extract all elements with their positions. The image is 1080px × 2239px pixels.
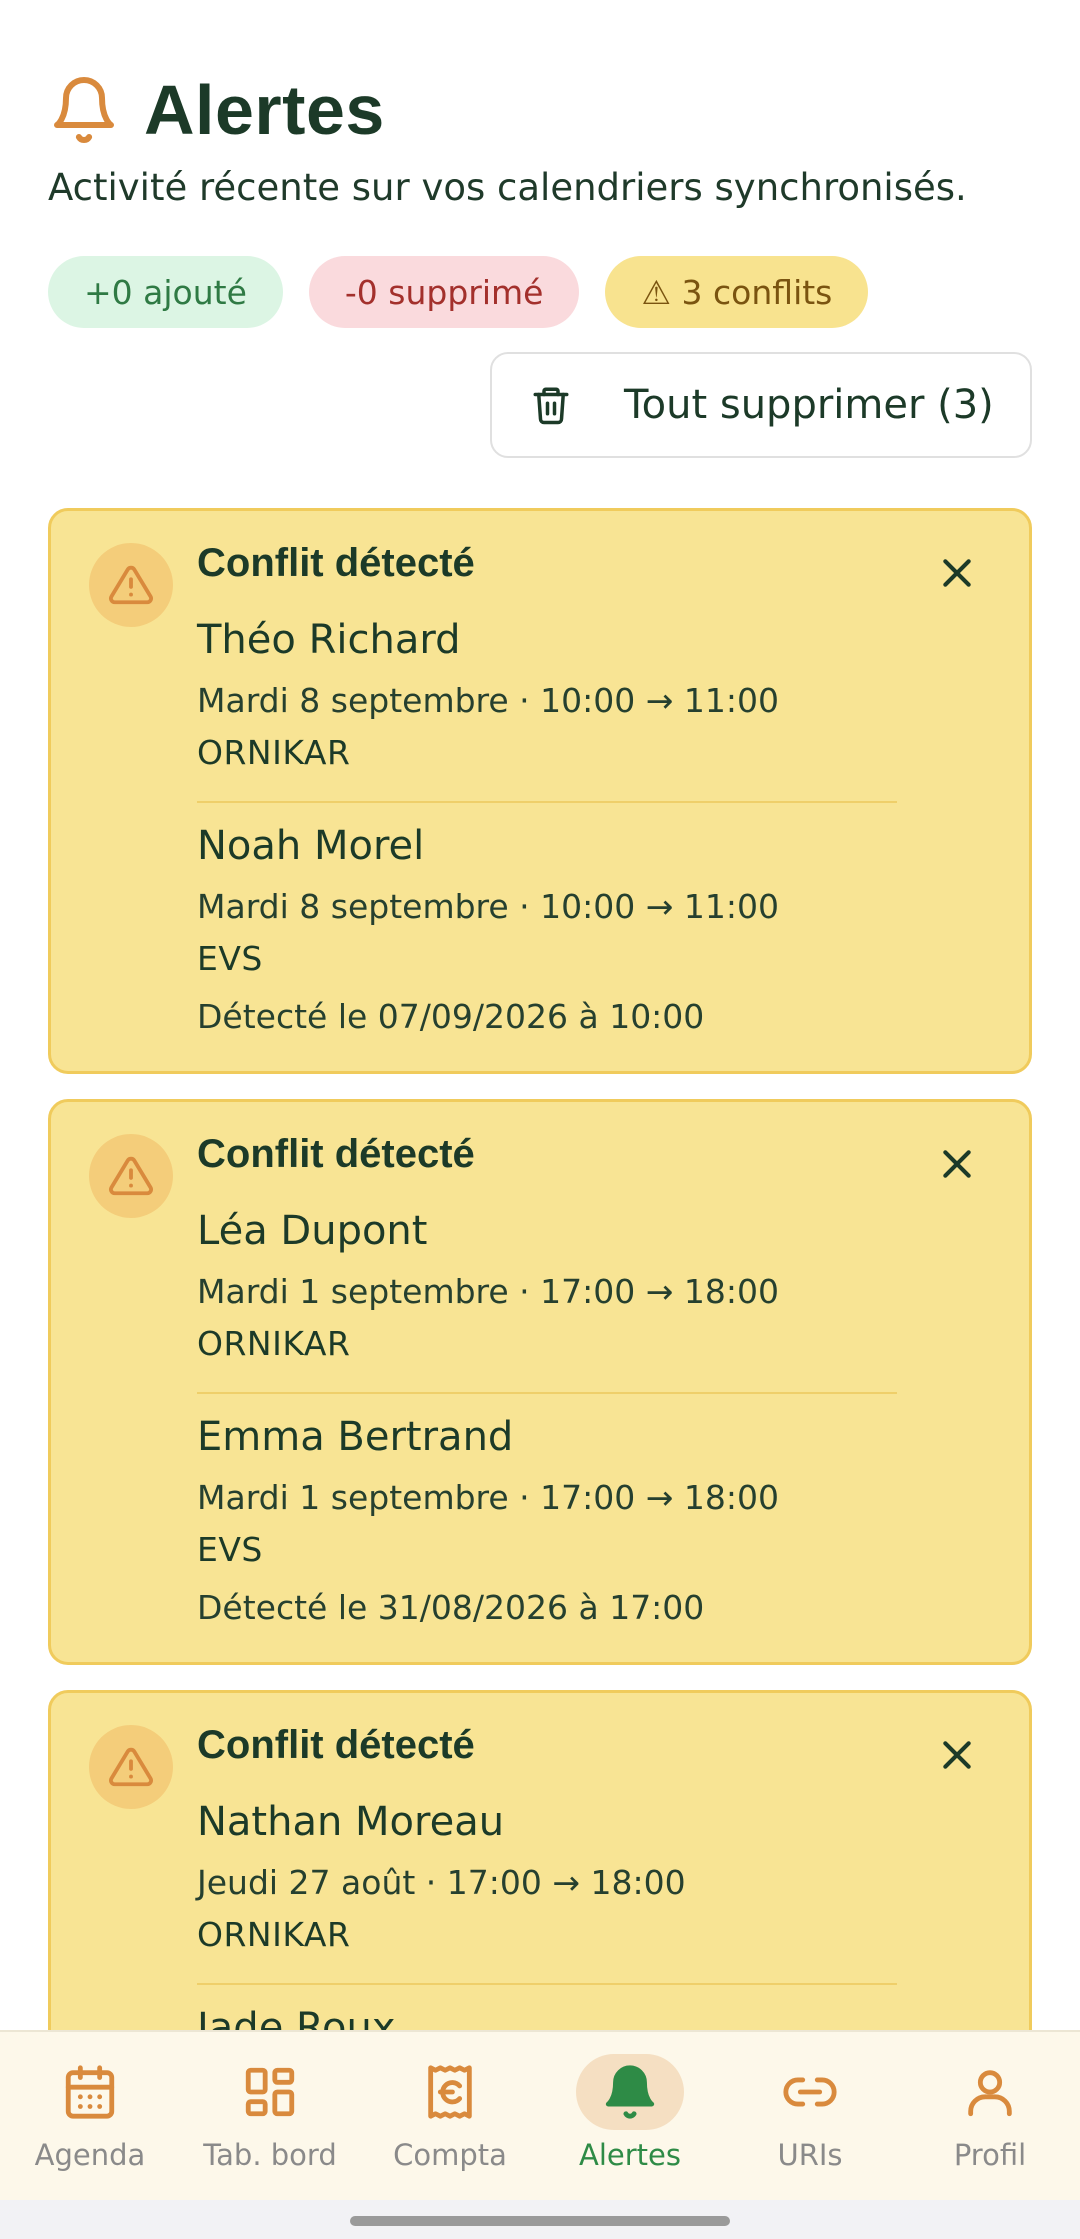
detected-timestamp: Détecté le 07/09/2026 à 10:00: [197, 997, 705, 1036]
conflict-alert-card: Conflit détecté Léa Dupont Mardi 1 septe…: [48, 1099, 1032, 1665]
event-name: Théo Richard: [197, 617, 461, 663]
nav-item-profil[interactable]: Profil: [900, 2032, 1080, 2172]
clear-all-button[interactable]: Tout supprimer (3): [490, 352, 1032, 458]
bottom-nav: Agenda Tab. bord Compta Alertes URIs Pro…: [0, 2030, 1080, 2200]
close-icon[interactable]: [937, 1144, 977, 1184]
conflicts-count-badge: ⚠ 3 conflits: [605, 256, 869, 328]
nav-item-dashboard[interactable]: Tab. bord: [180, 2032, 360, 2172]
event-name: Emma Bertrand: [197, 1414, 514, 1460]
event-time: Mardi 8 septembre · 10:00 → 11:00: [197, 887, 779, 926]
removed-count-badge: -0 supprimé: [308, 256, 580, 328]
added-count-badge: +0 ajouté: [48, 256, 283, 328]
event-time: Mardi 1 septembre · 17:00 → 18:00: [197, 1478, 779, 1517]
bell-icon: [54, 77, 114, 143]
dashboard-icon: [245, 2067, 295, 2117]
warning-icon: [109, 565, 153, 605]
nav-label: Profil: [953, 2138, 1027, 2172]
warning-icon: [109, 1747, 153, 1787]
system-nav-bar: [0, 2200, 1080, 2239]
divider: [197, 1983, 897, 1985]
detected-timestamp: Détecté le 31/08/2026 à 17:00: [197, 1588, 705, 1627]
home-indicator[interactable]: [350, 2216, 730, 2226]
link-icon: [783, 2077, 837, 2107]
event-time: Mardi 1 septembre · 17:00 → 18:00: [197, 1272, 779, 1311]
warning-badge: [89, 1134, 173, 1218]
event-time: Jeudi 27 août · 17:00 → 18:00: [197, 1863, 686, 1902]
close-icon[interactable]: [937, 553, 977, 593]
nav-label: Alertes: [579, 2138, 681, 2172]
alerts-page: Alertes Activité récente sur vos calendr…: [0, 0, 1080, 2030]
nav-item-uris[interactable]: URIs: [720, 2032, 900, 2172]
event-source: ORNIKAR: [197, 1324, 351, 1363]
conflict-alert-card: Conflit détecté Théo Richard Mardi 8 sep…: [48, 508, 1032, 1074]
event-source: EVS: [197, 1530, 263, 1569]
nav-item-agenda[interactable]: Agenda: [0, 2032, 180, 2172]
calendar-icon: [65, 2065, 115, 2119]
trash-icon: [533, 387, 569, 425]
page-title: Alertes: [144, 71, 385, 149]
divider: [197, 801, 897, 803]
event-source: EVS: [197, 939, 263, 978]
bell-icon: [605, 2065, 655, 2119]
nav-label: Tab. bord: [203, 2138, 337, 2172]
event-name: Noah Morel: [197, 823, 425, 869]
event-name: Jade Roux: [197, 2005, 396, 2030]
conflict-alert-card: Conflit détecté Nathan Moreau Jeudi 27 a…: [48, 1690, 1032, 2030]
clear-all-label: Tout supprimer (3): [624, 382, 994, 428]
event-source: ORNIKAR: [197, 1915, 351, 1954]
alert-heading: Conflit détecté: [197, 541, 475, 585]
warning-badge: [89, 1725, 173, 1809]
event-source: ORNIKAR: [197, 733, 351, 772]
divider: [197, 1392, 897, 1394]
event-time: Mardi 8 septembre · 10:00 → 11:00: [197, 681, 779, 720]
nav-label: URIs: [777, 2138, 843, 2172]
nav-item-compta[interactable]: Compta: [360, 2032, 540, 2172]
warning-badge: [89, 543, 173, 627]
page-header: Alertes: [48, 70, 385, 150]
alert-heading: Conflit détecté: [197, 1132, 475, 1176]
alert-heading: Conflit détecté: [197, 1723, 475, 1767]
user-icon: [968, 2070, 1012, 2117]
receipt-euro-icon: [428, 2065, 472, 2119]
summary-chips: +0 ajouté -0 supprimé ⚠ 3 conflits: [48, 256, 869, 328]
close-icon[interactable]: [937, 1735, 977, 1775]
nav-label: Agenda: [34, 2138, 146, 2172]
event-name: Léa Dupont: [197, 1208, 428, 1254]
page-subtitle: Activité récente sur vos calendriers syn…: [48, 166, 967, 209]
warning-icon: [109, 1156, 153, 1196]
event-name: Nathan Moreau: [197, 1799, 505, 1845]
nav-item-alertes[interactable]: Alertes: [540, 2032, 720, 2172]
nav-label: Compta: [393, 2138, 507, 2172]
